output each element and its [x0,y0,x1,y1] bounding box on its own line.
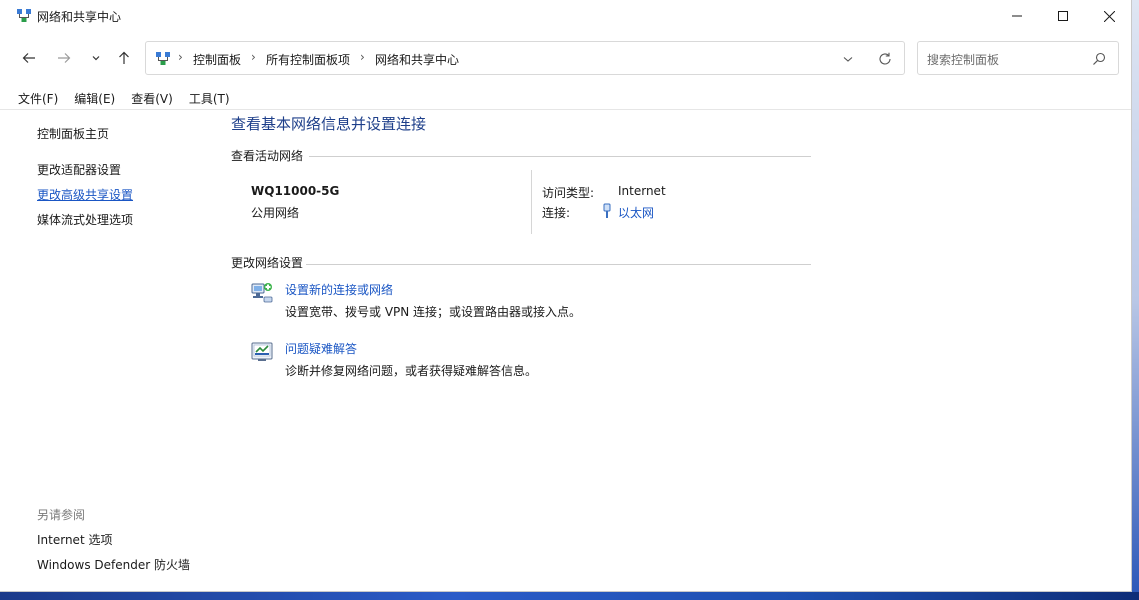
maximize-button[interactable] [1040,0,1086,32]
active-networks-label: 查看活动网络 [231,149,304,163]
troubleshoot-desc: 诊断并修复网络问题，或者获得疑难解答信息。 [285,364,538,378]
arrow-right-icon [58,53,71,63]
chevron-down-icon [92,56,100,61]
desktop-wallpaper-edge [1132,0,1139,600]
breadcrumb-separator[interactable]: › [251,50,256,64]
window-title: 网络和共享中心 [37,10,122,24]
breadcrumb-all-items[interactable]: 所有控制面板项 [266,51,350,68]
close-button[interactable] [1086,0,1131,32]
maximize-icon [1058,11,1068,21]
minimize-button[interactable] [994,0,1040,32]
network-info-divider [531,170,532,234]
forward-button[interactable] [52,46,76,70]
menu-file[interactable]: 文件(F) [10,88,66,108]
internet-options-link[interactable]: Internet 选项 [37,531,112,548]
left-pane: 控制面板主页 更改适配器设置 更改高级共享设置 媒体流式处理选项 另请参阅 In… [0,110,215,591]
ethernet-connection-link[interactable]: 以太网 [618,204,654,221]
recent-locations-button[interactable] [84,46,108,70]
menu-tools[interactable]: 工具(T) [181,88,238,108]
page-title: 查看基本网络信息并设置连接 [231,115,427,133]
access-type-label: 访问类型: [542,186,595,200]
control-panel-icon [156,52,170,65]
back-button[interactable] [17,46,41,70]
title-bar[interactable]: 网络和共享中心 [0,0,1131,32]
breadcrumb-control-panel[interactable]: 控制面板 [193,51,241,68]
menu-edit[interactable]: 编辑(E) [66,88,123,108]
network-center-icon [17,9,31,22]
minimize-icon [1012,15,1022,17]
setup-new-connection-desc: 设置宽带、拨号或 VPN 连接；或设置路由器或接入点。 [285,305,582,319]
section-divider [309,156,811,157]
network-type: 公用网络 [251,206,300,220]
breadcrumb-separator[interactable]: › [178,50,183,64]
change-settings-label: 更改网络设置 [231,256,304,270]
troubleshoot-link[interactable]: 问题疑难解答 [285,340,357,357]
troubleshoot-icon [251,342,273,361]
setup-new-connection-link[interactable]: 设置新的连接或网络 [285,281,393,298]
menu-bar: 文件(F) 编辑(E) 查看(V) 工具(T) [10,88,238,108]
section-divider [306,264,811,265]
search-icon[interactable] [1092,52,1106,66]
address-dropdown-icon[interactable] [840,51,856,67]
desktop-wallpaper-strip [0,592,1139,600]
control-panel-home-link[interactable]: 控制面板主页 [37,125,109,142]
up-button[interactable] [112,46,136,70]
ethernet-icon [603,203,611,218]
refresh-icon[interactable] [877,51,893,67]
close-icon [1103,10,1115,22]
network-setup-icon [251,283,273,303]
media-streaming-options-link[interactable]: 媒体流式处理选项 [37,211,133,228]
control-panel-window: 网络和共享中心 › 控制面板 › 所有控制面板项 › 网络和共享中心 搜索控制面… [0,0,1132,592]
breadcrumb-separator[interactable]: › [360,50,365,64]
menu-view[interactable]: 查看(V) [123,88,181,108]
access-type-value: Internet [618,184,666,198]
network-name: WQ11000-5G [251,184,340,198]
search-placeholder[interactable]: 搜索控制面板 [927,51,999,68]
see-also-header: 另请参阅 [37,508,86,522]
change-advanced-sharing-link[interactable]: 更改高级共享设置 [37,186,133,203]
search-box[interactable]: 搜索控制面板 [917,41,1119,75]
connection-label: 连接: [542,206,571,220]
arrow-up-icon [119,51,129,64]
address-bar[interactable]: › 控制面板 › 所有控制面板项 › 网络和共享中心 [145,41,905,75]
change-adapter-settings-link[interactable]: 更改适配器设置 [37,161,121,178]
windows-defender-firewall-link[interactable]: Windows Defender 防火墙 [37,556,190,573]
breadcrumb-network-center[interactable]: 网络和共享中心 [375,51,459,68]
arrow-left-icon [22,53,35,63]
